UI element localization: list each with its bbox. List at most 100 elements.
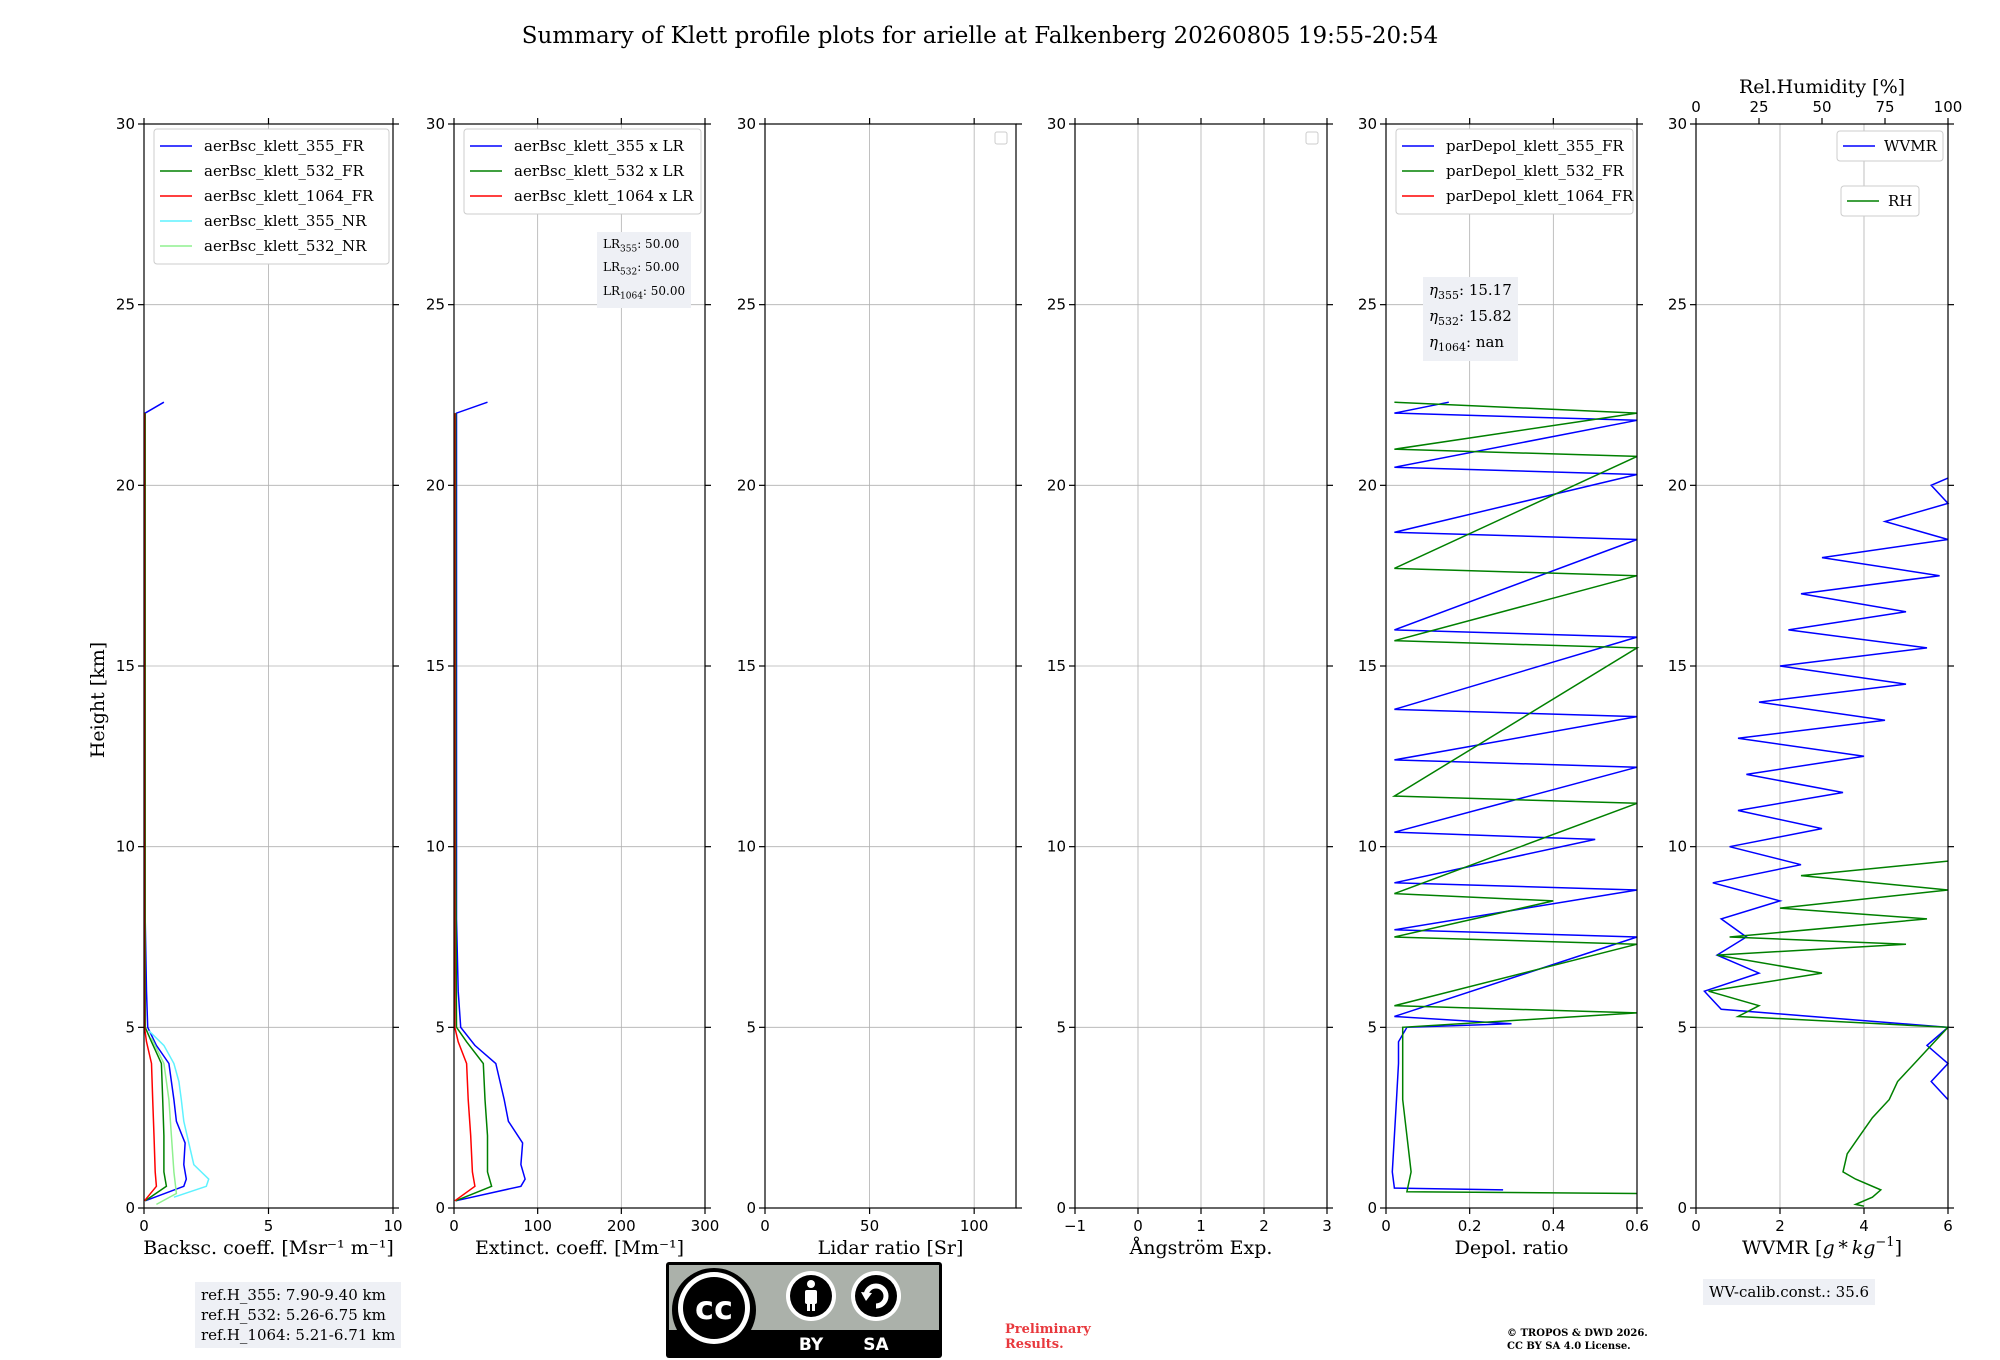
svg-text:cc: cc [695,1289,733,1327]
panel-backscatter: 0 5 10 0 5 10 15 20 25 30 Backsc. coeff. [Msr⁻¹ m⁻… [116,115,403,1259]
empty-legend [1305,131,1319,145]
x-tick-label: 200 [607,1217,636,1235]
x-axis-label: Ångström Exp. [1129,1237,1273,1259]
x-tick-label: 1 [1196,1217,1206,1235]
y-tick-label: 20 [1047,476,1066,494]
legend-label: aerBsc_klett_355_FR [204,137,364,155]
x-axis-label: Depol. ratio [1455,1237,1569,1259]
x-tick-label: 2 [1259,1217,1269,1235]
top-x-axis-label: Rel.Humidity [%] [1739,76,1905,98]
legend-label: aerBsc_klett_355 x LR [514,137,685,155]
legend-label: aerBsc_klett_355_NR [204,212,367,230]
y-tick-label: 10 [1047,838,1066,856]
y-tick-label: 5 [1367,1018,1377,1036]
x-tick-label: 0 [760,1217,770,1235]
y-tick-label: 20 [1358,476,1377,494]
y-tick-label: 15 [426,657,445,675]
x-tick-label: 0.6 [1625,1217,1649,1235]
y-tick-label: 0 [435,1199,445,1217]
x-axis-label: Backsc. coeff. [Msr⁻¹ m⁻¹] [143,1237,394,1259]
x-tick-label: 0 [1691,1217,1701,1235]
top-x-tick-label: 50 [1812,98,1831,116]
y-tick-label: 25 [737,296,756,314]
legend-label: aerBsc_klett_1064_FR [204,187,374,205]
depol-calibration-box: η355: 15.17 η532: 15.82 η1064: nan [1423,277,1518,361]
x-tick-label: 0.4 [1541,1217,1565,1235]
x-tick-label: 3 [1322,1217,1332,1235]
series-line-RH [1708,860,1950,1207]
series-line-aerBsc_klett_355 x LR [455,401,526,1202]
legend-RH: RH [1840,185,1920,217]
x-tick-label: −1 [1064,1217,1086,1235]
legend: aerBsc_klett_355_FR aerBsc_klett_532_FRae… [153,128,390,265]
series-line-WVMR [1703,477,1950,1101]
y-tick-label: 15 [737,657,756,675]
legend-label: parDepol_klett_532_FR [1446,162,1624,180]
y-tick-label: 15 [1047,657,1066,675]
legend-WVMR: WVMR [1836,130,1944,162]
x-tick-label: 4 [1859,1217,1869,1235]
legend: aerBsc_klett_355 x LR aerBsc_klett_532 x … [463,128,702,215]
y-tick-label: 5 [125,1018,135,1036]
y-tick-label: 0 [1367,1199,1377,1217]
ref-height-355: ref.H_355: 7.90-9.40 km [201,1286,386,1304]
y-tick-label: 30 [1047,115,1066,133]
figure: Summary of Klett profile plots for ariel… [87,23,1963,1259]
y-tick-label: 20 [426,476,445,494]
empty-legend [994,131,1008,145]
y-tick-label: 25 [426,296,445,314]
copyright-note: © TROPOS & DWD 2026. CC BY SA 4.0 Licens… [1507,1328,1648,1352]
y-tick-label: 5 [1056,1018,1066,1036]
x-axis-label: Lidar ratio [Sr] [818,1237,964,1259]
x-tick-label: 100 [960,1217,989,1235]
x-axis-label: WVMR [g * kg−1] [1742,1235,1902,1259]
x-tick-label: 5 [264,1217,274,1235]
y-tick-label: 25 [1668,296,1687,314]
y-tick-label: 10 [1668,838,1687,856]
y-tick-label: 10 [1358,838,1377,856]
y-tick-label: 10 [116,838,135,856]
x-tick-label: 2 [1775,1217,1785,1235]
y-tick-label: 30 [1358,115,1377,133]
legend-label: WVMR [1884,137,1938,155]
y-tick-label: 20 [737,476,756,494]
y-tick-label: 15 [116,657,135,675]
x-axis-label: Extinct. coeff. [Mm⁻¹] [475,1237,684,1259]
y-tick-label: 30 [426,115,445,133]
x-tick-label: 0.2 [1458,1217,1482,1235]
y-tick-label: 25 [116,296,135,314]
top-x-tick-label: 100 [1934,98,1963,116]
legend-label: aerBsc_klett_532 x LR [514,162,685,180]
y-tick-label: 20 [1668,476,1687,494]
license-sa-label: SA [863,1335,889,1355]
chart-title: Summary of Klett profile plots for ariel… [522,23,1438,49]
top-x-tick-label: 75 [1875,98,1894,116]
y-tick-label: 30 [737,115,756,133]
y-tick-label: 15 [1358,657,1377,675]
y-tick-label: 15 [1668,657,1687,675]
series-line-aerBsc_klett_532_FR [144,413,168,1202]
y-tick-label: 0 [746,1199,756,1217]
legend-label: parDepol_klett_355_FR [1446,137,1624,155]
top-x-tick-label: 0 [1691,98,1701,116]
series-line-parDepol_klett_532_FR [1391,401,1640,1195]
ref-height-1064: ref.H_1064: 5.21-6.71 km [201,1326,396,1344]
ref-height-532: ref.H_532: 5.26-6.75 km [201,1306,386,1324]
y-tick-label: 30 [116,115,135,133]
y-tick-label: 0 [125,1199,135,1217]
legend-label: RH [1888,192,1912,210]
legend-label: aerBsc_klett_1064 x LR [514,187,694,205]
x-tick-label: 0 [139,1217,149,1235]
series-line-aerBsc_klett_532 x LR [454,413,493,1202]
preliminary-note: Preliminary Results. [1005,1322,1091,1352]
top-x-tick-label: 25 [1749,98,1768,116]
wv-calibration-box: WV-calib.const.: 35.6 [1703,1279,1876,1305]
legend-label: aerBsc_klett_532_NR [204,237,367,255]
x-tick-label: 50 [860,1217,879,1235]
y-tick-label: 0 [1056,1199,1066,1217]
y-tick-label: 10 [426,838,445,856]
y-tick-label: 20 [116,476,135,494]
y-tick-label: 25 [1358,296,1377,314]
y-tick-label: 5 [435,1018,445,1036]
lidar-ratio-box: LR355: 50.00 LR532: 50.00 LR1064: 50.00 [597,232,692,309]
